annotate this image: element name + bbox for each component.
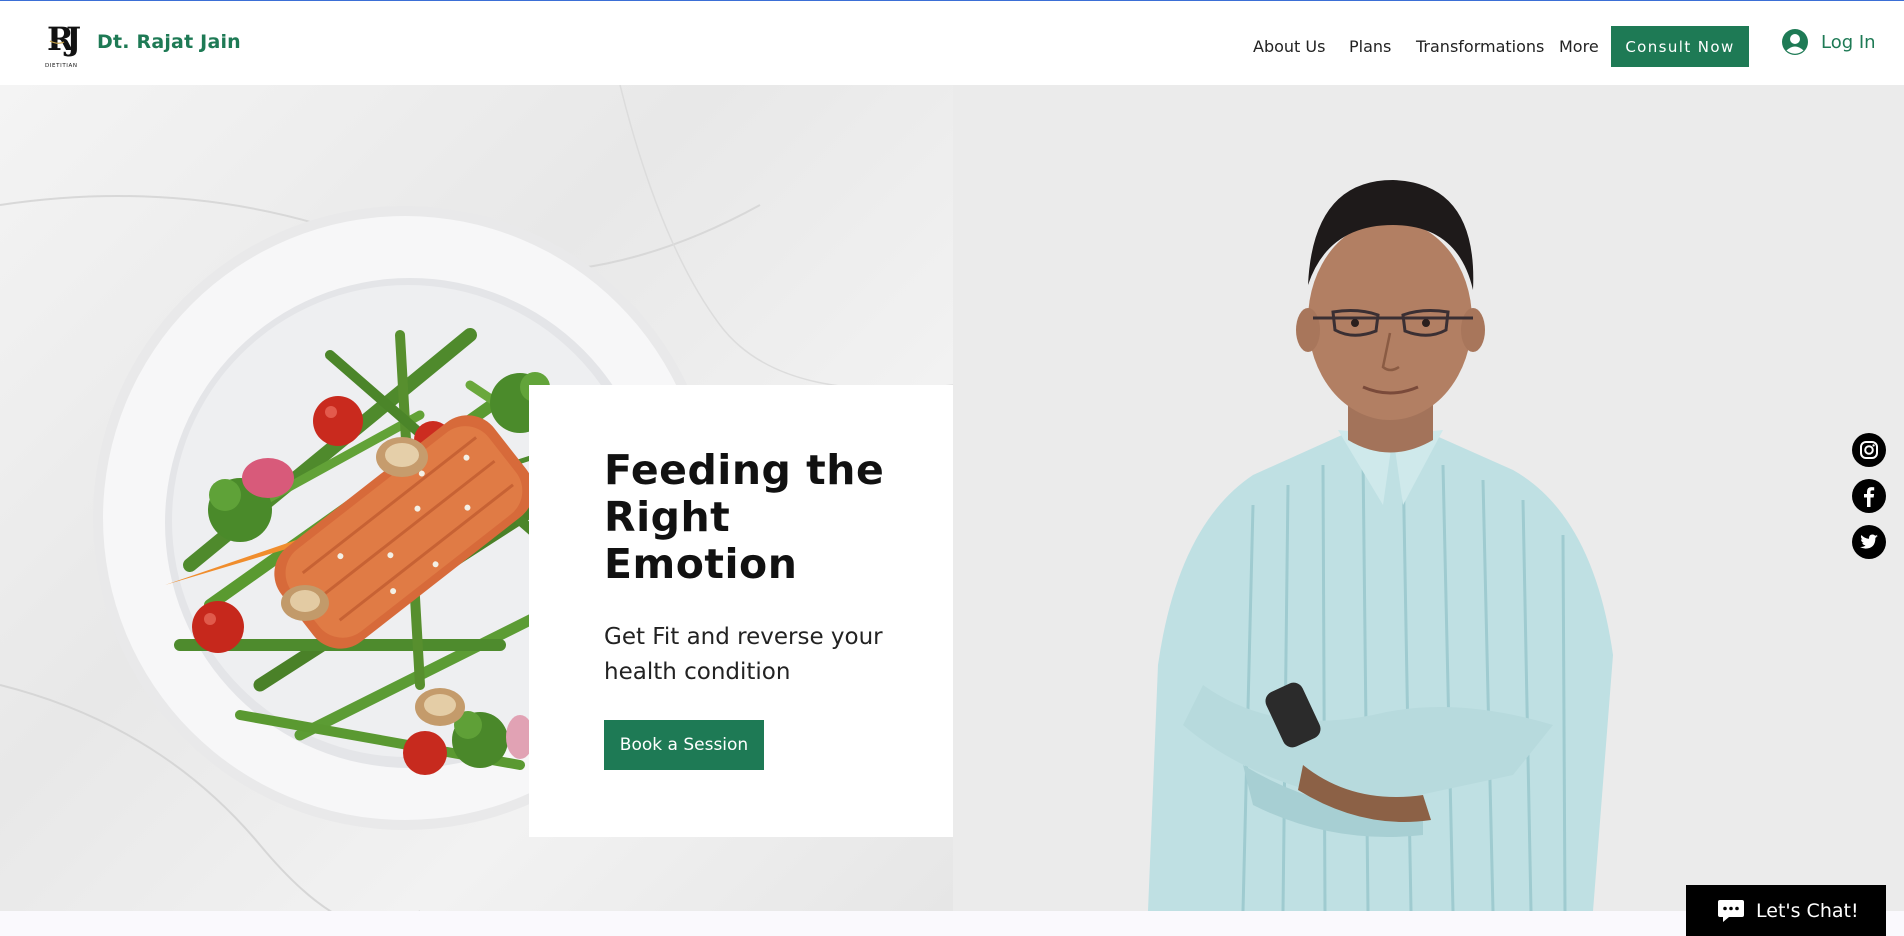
chat-label: Let's Chat! <box>1756 899 1859 922</box>
svg-text:DIETITIAN: DIETITIAN <box>45 63 78 69</box>
login-button[interactable]: Log In <box>1781 28 1876 56</box>
book-session-button[interactable]: Book a Session <box>604 720 764 770</box>
account-circle-icon <box>1782 29 1808 55</box>
facebook-icon[interactable] <box>1852 479 1886 513</box>
nav-transformations[interactable]: Transformations <box>1416 37 1544 56</box>
nav-about-us[interactable]: About Us <box>1253 37 1325 56</box>
twitter-icon[interactable] <box>1852 525 1886 559</box>
chat-bubble-icon <box>1718 899 1744 922</box>
hero-portrait-panel <box>953 85 1904 911</box>
svg-text:J: J <box>63 20 81 58</box>
hero-food-panel: Feeding the Right Emotion Get Fit and re… <box>0 85 953 911</box>
hero-subhead: Get Fit and reverse your health conditio… <box>604 624 883 685</box>
lets-chat-button[interactable]: Let's Chat! <box>1686 885 1886 936</box>
instagram-icon[interactable] <box>1852 433 1886 467</box>
nav-plans[interactable]: Plans <box>1349 37 1391 56</box>
consult-now-button[interactable]: Consult Now <box>1611 26 1749 67</box>
site-header: R J DIETITIAN Dt. Rajat Jain About Us Pl… <box>0 1 1904 85</box>
nav-more[interactable]: More <box>1559 37 1599 56</box>
brand-name[interactable]: Dt. Rajat Jain <box>97 31 241 53</box>
dietitian-portrait <box>1148 180 1613 911</box>
hero-card: Feeding the Right Emotion Get Fit and re… <box>529 385 953 837</box>
hero-headline: Feeding the Right Emotion <box>604 446 885 588</box>
login-label: Log In <box>1821 31 1876 53</box>
rj-logo[interactable]: R J DIETITIAN <box>44 19 90 69</box>
social-bar <box>1852 433 1886 571</box>
